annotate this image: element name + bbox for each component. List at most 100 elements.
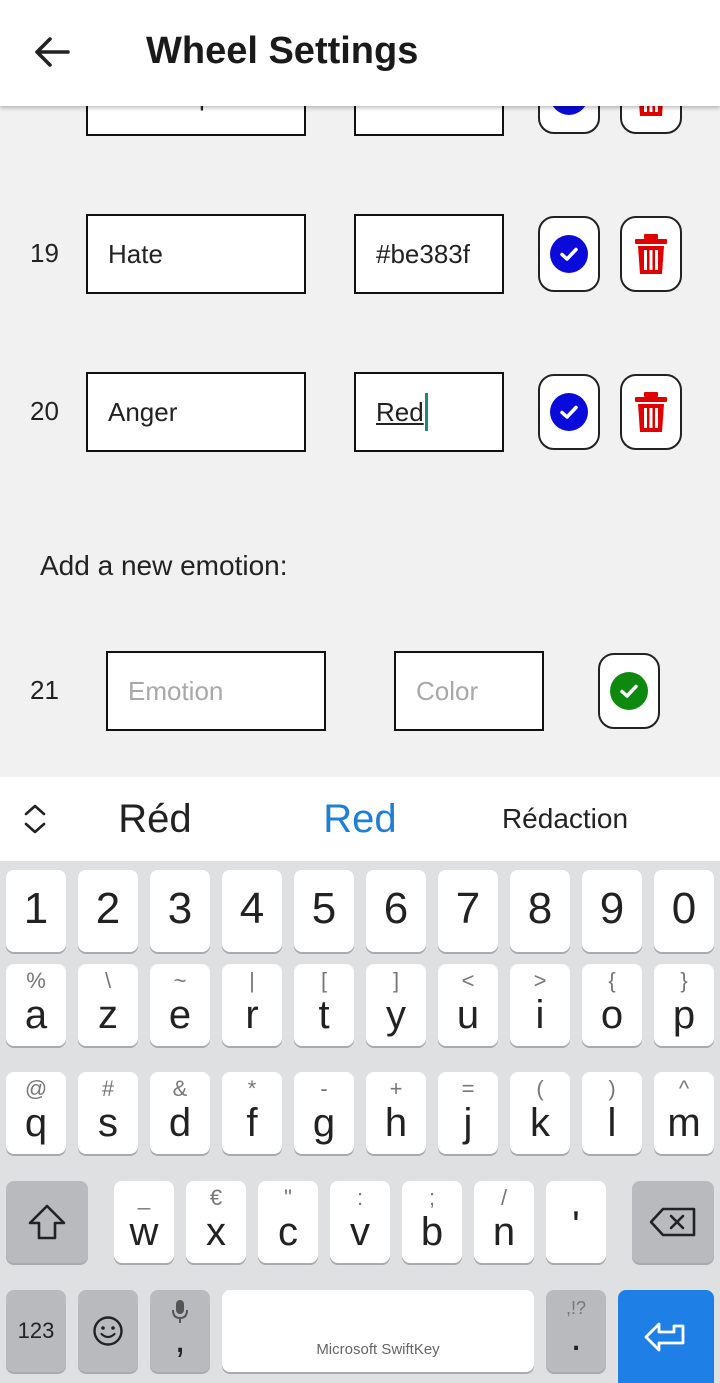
emotion-name-input[interactable]: Anger bbox=[86, 372, 306, 452]
key-label: s bbox=[98, 1101, 118, 1145]
new-emotion-name-input[interactable]: Emotion bbox=[106, 651, 326, 731]
key-apostrophe[interactable]: ' bbox=[546, 1181, 606, 1263]
settings-list[interactable]: Contempt #8d2f89 19 Hate #be383f bbox=[0, 0, 720, 777]
check-circle-icon bbox=[550, 393, 588, 431]
key-n[interactable]: / n bbox=[474, 1181, 534, 1263]
key-alt-label: ) bbox=[608, 1076, 616, 1101]
key-4[interactable]: 4 bbox=[222, 870, 282, 952]
key-f[interactable]: * f bbox=[222, 1072, 282, 1154]
add-emotion-label: Add a new emotion: bbox=[40, 550, 288, 581]
suggestion-item[interactable]: Red bbox=[290, 777, 430, 861]
numbers-key[interactable]: 123 bbox=[6, 1290, 66, 1372]
app-bar: Wheel Settings bbox=[0, 0, 720, 106]
key-alt-label: ; bbox=[428, 1185, 436, 1210]
key-c[interactable]: " c bbox=[258, 1181, 318, 1263]
key-label: f bbox=[246, 1101, 258, 1145]
key-y[interactable]: ] y bbox=[366, 964, 426, 1046]
key-w[interactable]: _ w bbox=[114, 1181, 174, 1263]
key-alt-label: > bbox=[533, 968, 547, 993]
key-alt-label: ^ bbox=[678, 1076, 690, 1101]
key-z[interactable]: \ z bbox=[78, 964, 138, 1046]
key-alt-label: ~ bbox=[173, 968, 187, 993]
key-0[interactable]: 0 bbox=[654, 870, 714, 952]
key-label: e bbox=[168, 993, 192, 1037]
key-9[interactable]: 9 bbox=[582, 870, 642, 952]
key-x[interactable]: € x bbox=[186, 1181, 246, 1263]
key-label: c bbox=[278, 1210, 298, 1254]
confirm-button[interactable] bbox=[538, 216, 600, 292]
key-alt-label: * bbox=[247, 1076, 257, 1101]
emoji-key[interactable] bbox=[78, 1290, 138, 1372]
key-alt-label: & bbox=[172, 1076, 188, 1101]
key-label: , bbox=[174, 1317, 186, 1361]
key-label: q bbox=[24, 1101, 48, 1145]
key-k[interactable]: (k bbox=[510, 1072, 570, 1154]
suggestion-item[interactable]: Réd bbox=[95, 777, 215, 861]
key-label: 0 bbox=[671, 884, 697, 933]
key-v[interactable]: :v bbox=[330, 1181, 390, 1263]
add-emotion-row: 21 Emotion Color bbox=[0, 651, 720, 731]
key-label: t bbox=[318, 993, 330, 1037]
key-label: 6 bbox=[383, 884, 409, 933]
key-i[interactable]: > i bbox=[510, 964, 570, 1046]
key-alt-label: ( bbox=[536, 1076, 544, 1101]
key-e[interactable]: ~ e bbox=[150, 964, 210, 1046]
key-r[interactable]: | r bbox=[222, 964, 282, 1046]
key-3[interactable]: 3 bbox=[150, 870, 210, 952]
key-t[interactable]: [t bbox=[294, 964, 354, 1046]
key-label: 3 bbox=[167, 884, 193, 933]
backspace-icon bbox=[649, 1207, 696, 1237]
confirm-button[interactable] bbox=[538, 374, 600, 450]
key-l[interactable]: ) l bbox=[582, 1072, 642, 1154]
key-5[interactable]: 5 bbox=[294, 870, 354, 952]
key-8[interactable]: 8 bbox=[510, 870, 570, 952]
comma-key[interactable]: , bbox=[150, 1290, 210, 1372]
period-key[interactable]: ,!? . bbox=[546, 1290, 606, 1372]
key-q[interactable]: @ q bbox=[6, 1072, 66, 1154]
key-alt-label: } bbox=[680, 968, 688, 993]
backspace-key[interactable] bbox=[632, 1181, 714, 1263]
emoji-icon bbox=[93, 1316, 123, 1346]
key-label: 1 bbox=[23, 884, 49, 933]
key-label: j bbox=[463, 1101, 473, 1145]
back-button[interactable] bbox=[30, 30, 74, 74]
key-alt-label: : bbox=[356, 1185, 364, 1210]
key-1[interactable]: 1 bbox=[6, 870, 66, 952]
key-label: m bbox=[667, 1101, 701, 1145]
shift-key[interactable] bbox=[6, 1181, 88, 1263]
key-label: 2 bbox=[95, 884, 121, 933]
key-alt-label: ] bbox=[392, 968, 400, 993]
delete-button[interactable] bbox=[620, 216, 682, 292]
key-o[interactable]: {o bbox=[582, 964, 642, 1046]
enter-key[interactable] bbox=[618, 1290, 714, 1383]
key-b[interactable]: ; b bbox=[402, 1181, 462, 1263]
key-m[interactable]: ^ m bbox=[654, 1072, 714, 1154]
key-6[interactable]: 6 bbox=[366, 870, 426, 952]
emotion-name-input[interactable]: Hate bbox=[86, 214, 306, 294]
key-label: w bbox=[129, 1210, 159, 1254]
emotion-color-input[interactable]: #be383f bbox=[354, 214, 504, 294]
key-u[interactable]: < u bbox=[438, 964, 498, 1046]
key-j[interactable]: = j bbox=[438, 1072, 498, 1154]
key-2[interactable]: 2 bbox=[78, 870, 138, 952]
key-p[interactable]: } p bbox=[654, 964, 714, 1046]
emotion-color-input[interactable]: Red bbox=[354, 372, 504, 452]
key-7[interactable]: 7 bbox=[438, 870, 498, 952]
row-number: 21 bbox=[30, 675, 59, 705]
key-s[interactable]: # s bbox=[78, 1072, 138, 1154]
key-h[interactable]: + h bbox=[366, 1072, 426, 1154]
space-key[interactable]: Microsoft SwiftKey bbox=[222, 1290, 534, 1372]
add-emotion-button[interactable] bbox=[598, 653, 660, 729]
keyboard: Réd Red Rédaction 1 2 3 4 5 6 7 8 9 0 % a… bbox=[0, 777, 720, 1383]
delete-button[interactable] bbox=[620, 374, 682, 450]
key-label: u bbox=[456, 993, 480, 1037]
suggest-toggle-button[interactable] bbox=[18, 801, 52, 837]
keyboard-brand-label: Microsoft SwiftKey bbox=[316, 1341, 440, 1358]
new-emotion-color-input[interactable]: Color bbox=[394, 651, 544, 731]
key-a[interactable]: % a bbox=[6, 964, 66, 1046]
key-d[interactable]: & d bbox=[150, 1072, 210, 1154]
key-label: 5 bbox=[311, 884, 337, 933]
key-g[interactable]: -g bbox=[294, 1072, 354, 1154]
page-title: Wheel Settings bbox=[146, 30, 419, 72]
suggestion-item[interactable]: Rédaction bbox=[480, 777, 650, 861]
